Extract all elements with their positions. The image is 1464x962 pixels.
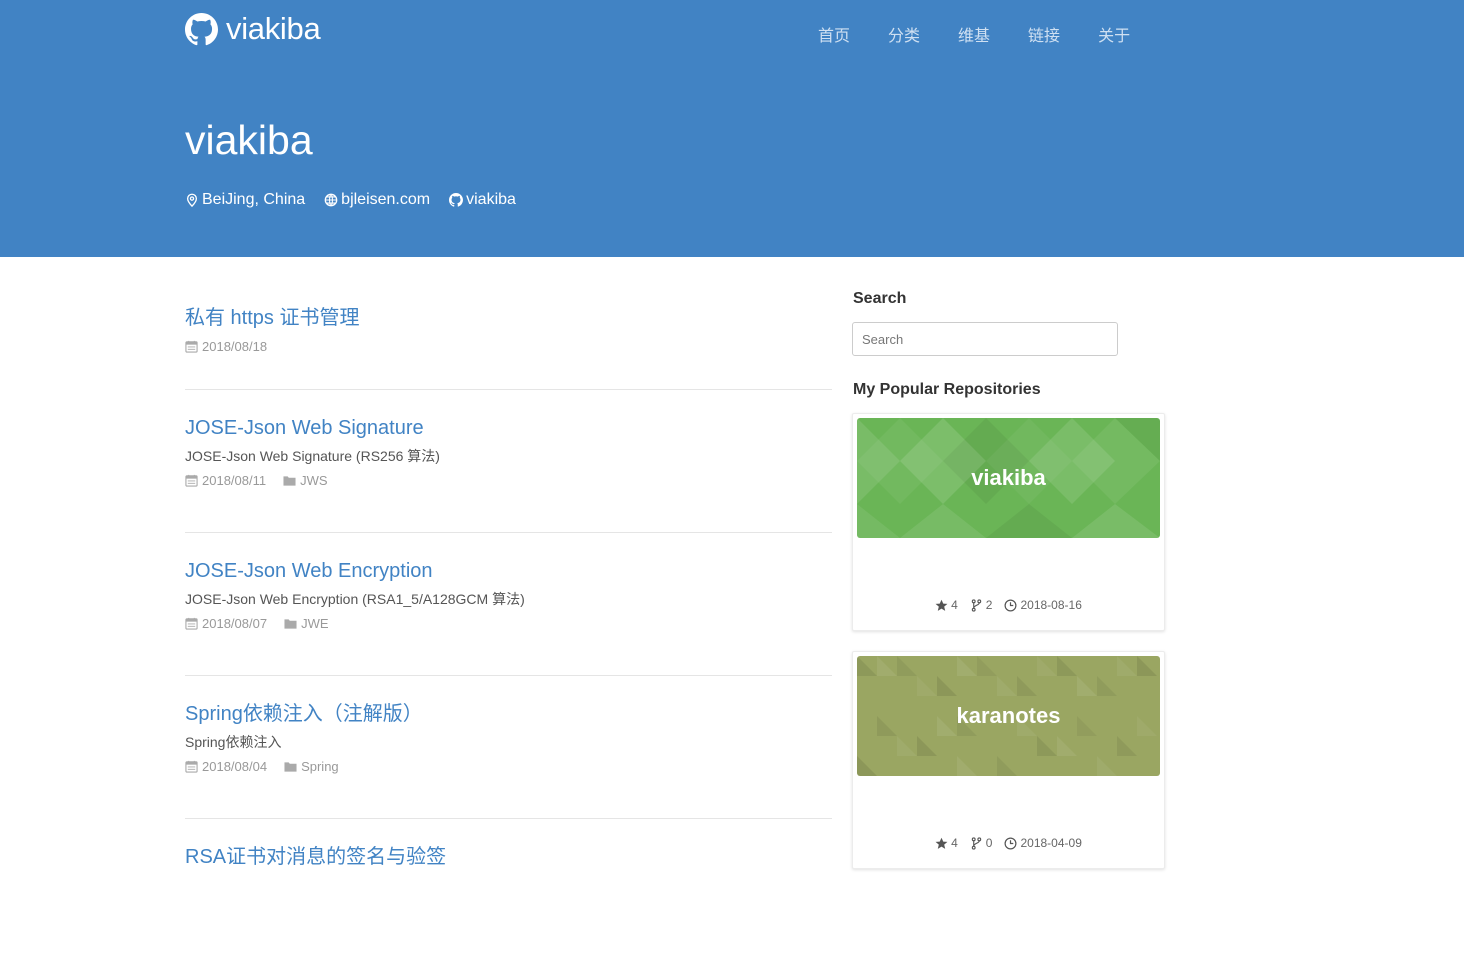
repo-stars-count: 4 [951, 598, 958, 612]
calendar-icon [185, 760, 198, 773]
repo-stats: 4 0 2018-04-09 [853, 836, 1164, 850]
fork-icon [971, 598, 982, 612]
repo-card: karanotes 4 0 2018-04-09 [852, 651, 1165, 869]
search-heading: Search [853, 290, 907, 307]
repo-stars: 4 [935, 836, 958, 850]
repo-name: viakiba [971, 465, 1046, 490]
post-title-link[interactable]: JOSE-Json Web Encryption [185, 558, 832, 584]
post-excerpt: JOSE-Json Web Encryption (RSA1_5/A128GCM… [185, 591, 525, 607]
repo-forks-count: 2 [985, 598, 993, 612]
post-meta: 2018/08/07 JWE [185, 616, 832, 631]
post-date: 2018/08/04 [185, 759, 267, 774]
sidebar: Search My Popular Repositories [852, 290, 1166, 869]
post-excerpt: Spring依赖注入 [185, 734, 282, 750]
search-input[interactable] [852, 322, 1118, 356]
repo-updated-date: 2018-04-09 [1020, 836, 1082, 850]
nav-about[interactable]: 关于 [1098, 22, 1130, 46]
location-icon [186, 193, 198, 207]
globe-icon [324, 193, 338, 207]
nav-categories[interactable]: 分类 [888, 22, 920, 46]
site-header: viakiba 首页 分类 维基 链接 关于 viakiba BeiJing, … [0, 0, 1464, 257]
repo-banner-link[interactable]: viakiba [857, 418, 1160, 538]
repo-name: karanotes [956, 703, 1061, 728]
hero-title: viakiba [185, 117, 313, 163]
main-nav: 首页 分类 维基 链接 关于 [818, 22, 1168, 46]
nav-links[interactable]: 链接 [1028, 22, 1060, 46]
nav-home[interactable]: 首页 [818, 22, 850, 46]
post-list: 私有 https 证书管理 2018/08/18 JOSE-Json Web S… [185, 280, 832, 962]
profile-website-link[interactable]: bjleisen.com [324, 191, 430, 209]
post-date-text: 2018/08/11 [202, 473, 267, 488]
post-date-text: 2018/08/07 [202, 616, 268, 631]
folder-icon [283, 476, 296, 486]
repo-stars-count: 4 [951, 836, 958, 850]
post-item: 私有 https 证书管理 2018/08/18 [185, 280, 832, 390]
fork-icon [971, 836, 982, 850]
post-excerpt: JOSE-Json Web Signature (RS256 算法) [185, 448, 440, 464]
post-item: JOSE-Json Web Encryption JOSE-Json Web E… [185, 533, 832, 676]
github-username: viakiba [466, 191, 516, 208]
folder-icon [284, 619, 297, 629]
post-meta: 2018/08/18 [185, 339, 832, 354]
post-date: 2018/08/07 [185, 616, 267, 631]
post-item: Spring依赖注入（注解版） Spring依赖注入 2018/08/04 Sp… [185, 676, 832, 819]
website-text: bjleisen.com [341, 191, 431, 208]
post-title-link[interactable]: Spring依赖注入（注解版） [185, 701, 832, 727]
repo-card: viakiba 4 2 2018-08-16 [852, 413, 1165, 631]
post-category: Spring [284, 759, 339, 774]
clock-icon [1004, 599, 1017, 611]
post-meta: 2018/08/11 JWS [185, 473, 832, 488]
post-category: JWS [283, 473, 328, 488]
repo-updated: 2018-04-09 [1004, 836, 1082, 850]
github-icon [449, 193, 464, 207]
nav-wiki[interactable]: 维基 [958, 22, 990, 46]
github-icon [185, 12, 218, 45]
star-icon [935, 837, 948, 849]
repo-forks-count: 0 [985, 836, 993, 850]
post-category-link[interactable]: JWE [301, 616, 328, 631]
post-category-link[interactable]: Spring [301, 759, 339, 774]
site-logo[interactable]: viakiba [185, 11, 321, 47]
repo-updated: 2018-08-16 [1004, 598, 1082, 612]
post-category: JWE [284, 616, 329, 631]
post-item: JOSE-Json Web Signature JOSE-Json Web Si… [185, 390, 832, 533]
repo-forks: 0 [970, 836, 993, 850]
calendar-icon [185, 617, 198, 630]
profile-github-link[interactable]: viakiba [449, 191, 516, 209]
post-category-link[interactable]: JWS [300, 473, 327, 488]
post-meta: 2018/08/04 Spring [185, 759, 832, 774]
repo-forks: 2 [970, 598, 993, 612]
post-title-link[interactable]: RSA证书对消息的签名与验签 [185, 844, 832, 870]
calendar-icon [185, 340, 198, 353]
repo-stats: 4 2 2018-08-16 [853, 598, 1164, 612]
brand-name: viakiba [226, 11, 321, 46]
post-date-text: 2018/08/18 [202, 339, 268, 354]
profile-meta: BeiJing, China bjleisen.com viakiba [185, 191, 535, 209]
folder-icon [284, 762, 297, 772]
repo-updated-date: 2018-08-16 [1020, 598, 1082, 612]
star-icon [935, 599, 948, 611]
post-item: RSA证书对消息的签名与验签 [185, 819, 832, 962]
post-title-link[interactable]: JOSE-Json Web Signature [185, 415, 832, 441]
repo-stars: 4 [935, 598, 958, 612]
calendar-icon [185, 474, 198, 487]
post-date-text: 2018/08/04 [202, 759, 268, 774]
clock-icon [1004, 837, 1017, 849]
location-text: BeiJing, China [202, 191, 306, 208]
profile-location: BeiJing, China [185, 191, 305, 209]
post-date: 2018/08/18 [185, 339, 267, 354]
repo-banner-link[interactable]: karanotes [857, 656, 1160, 776]
post-title-link[interactable]: 私有 https 证书管理 [185, 305, 832, 331]
repos-heading: My Popular Repositories [853, 381, 1041, 398]
post-date: 2018/08/11 [185, 473, 266, 488]
